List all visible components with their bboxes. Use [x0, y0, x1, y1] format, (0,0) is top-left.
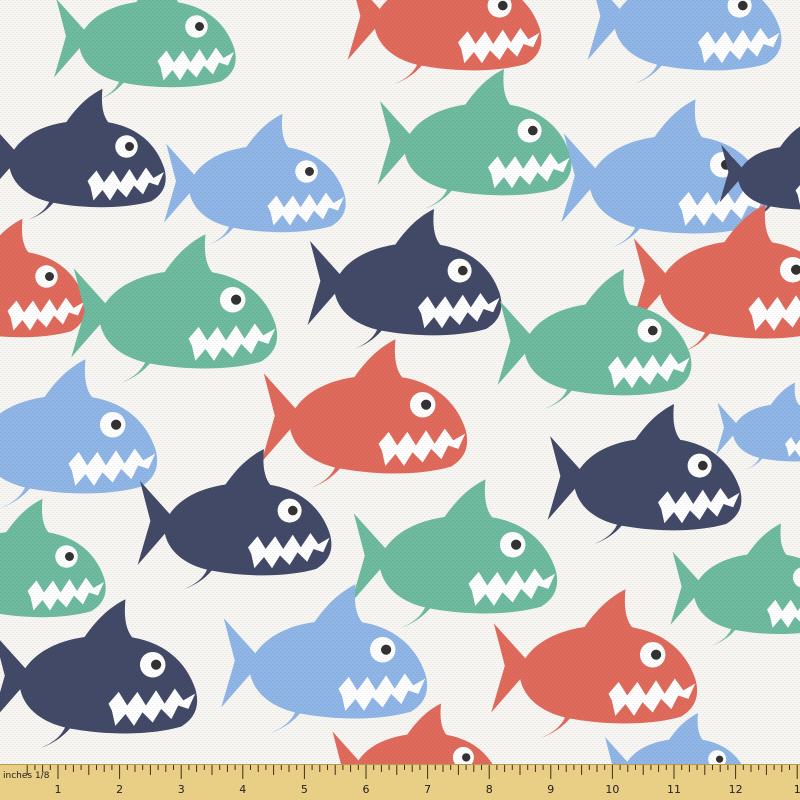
ruler-number: 11 — [667, 783, 681, 796]
ruler-number: 12 — [729, 783, 743, 796]
ruler-number: 1 — [794, 783, 800, 796]
measuring-ruler: 1234567891011121 inches 1/8 — [0, 764, 800, 800]
fish-pattern — [0, 0, 800, 764]
ruler-number: 1 — [55, 783, 62, 796]
ruler-unit-label: inches 1/8 — [3, 771, 50, 781]
fabric-swatch — [0, 0, 800, 764]
ruler-number: 7 — [424, 783, 431, 796]
fabric-texture — [0, 0, 800, 764]
ruler-ticks: 1234567891011121 — [26, 765, 800, 796]
ruler-number: 10 — [605, 783, 619, 796]
ruler-number: 2 — [116, 783, 123, 796]
ruler-number: 4 — [239, 783, 246, 796]
ruler-number: 3 — [178, 783, 185, 796]
ruler-number: 9 — [547, 783, 554, 796]
ruler-number: 6 — [363, 783, 370, 796]
ruler-number: 8 — [486, 783, 493, 796]
ruler-number: 5 — [301, 783, 308, 796]
